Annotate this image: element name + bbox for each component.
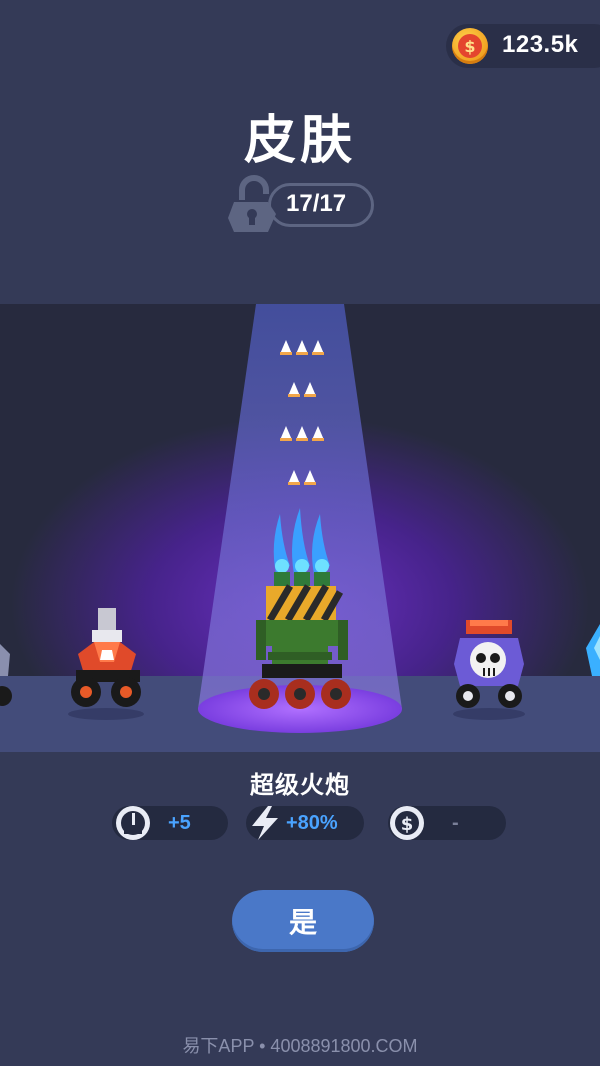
coin-icon: $ <box>452 28 488 64</box>
confirm-button[interactable]: 是 <box>232 890 374 952</box>
left-edge-vehicle <box>0 644 12 706</box>
unlocked-padlock-icon <box>228 175 276 232</box>
right-edge-vehicle <box>586 624 600 676</box>
stat-power-value: +80% <box>286 812 338 834</box>
red-drill-vehicle <box>68 608 144 720</box>
coin-balance[interactable]: $ 123.5k <box>446 24 600 68</box>
lightning-icon <box>252 806 278 840</box>
coin-amount: 123.5k <box>502 31 579 58</box>
page-title: 皮肤 <box>243 111 356 171</box>
stat-coin-value: - <box>452 812 459 834</box>
watermark-text: 易下APP • 4008891800.COM <box>182 1036 418 1056</box>
svg-text:$: $ <box>401 814 414 835</box>
skin-showcase[interactable] <box>0 304 600 752</box>
unlock-count: 17/17 <box>286 190 347 217</box>
dollar-coin-icon: $ <box>390 806 424 840</box>
showcase-scene <box>0 304 600 733</box>
skull-vehicle <box>453 620 525 720</box>
stat-speed-value: +5 <box>168 812 191 834</box>
speed-gauge-icon <box>116 806 150 840</box>
skin-name: 超级火炮 <box>250 771 350 799</box>
